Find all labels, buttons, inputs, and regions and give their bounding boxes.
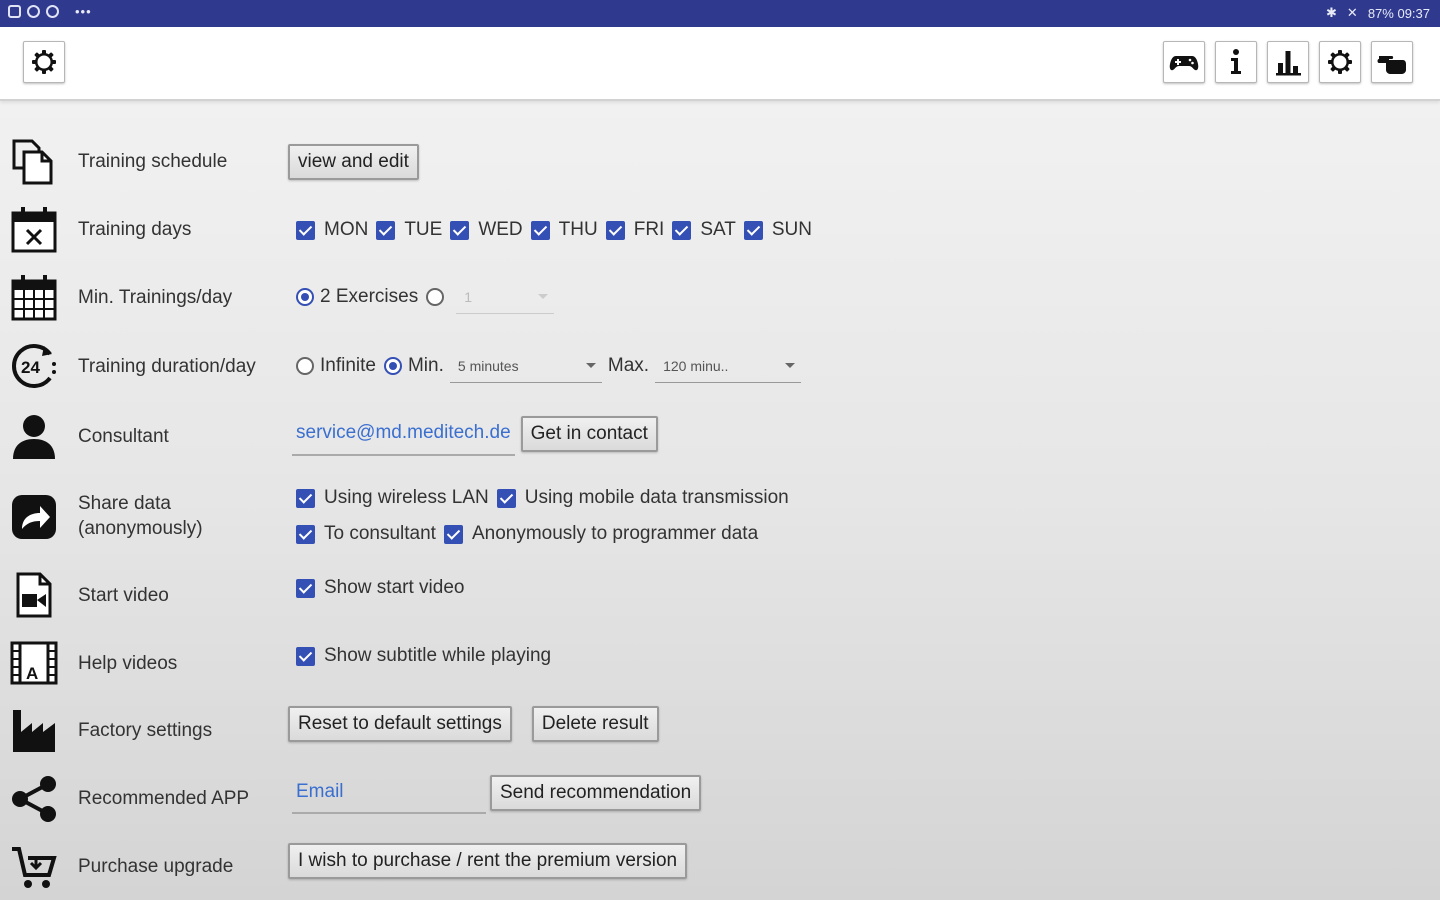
calendar-grid-icon <box>10 273 58 321</box>
checked-icon <box>450 220 470 240</box>
checkbox-sat[interactable]: SAT <box>672 219 736 241</box>
checkbox-show-subtitle[interactable]: Show subtitle while playing <box>296 645 551 667</box>
checkbox-sun[interactable]: SUN <box>743 219 812 241</box>
games-button[interactable] <box>1163 41 1205 83</box>
video-file-icon <box>10 571 58 619</box>
clock-24-icon: 24 <box>10 342 58 390</box>
checked-icon <box>530 220 550 240</box>
checkbox-to-consultant[interactable]: To consultant <box>296 523 436 545</box>
get-in-contact-button[interactable]: Get in contact <box>520 416 658 452</box>
checked-icon <box>605 220 625 240</box>
radio-infinite[interactable] <box>296 357 314 375</box>
person-icon <box>10 412 58 460</box>
status-indicators: ✱ ✕ 87% 09:37 <box>1326 5 1430 21</box>
checkbox-show-start-video[interactable]: Show start video <box>296 577 464 599</box>
training-days-label: Training days <box>78 219 192 240</box>
training-duration-label: Training duration/day <box>78 356 256 377</box>
chevron-down-icon <box>785 363 796 368</box>
settings-icon <box>1328 50 1352 74</box>
checkbox-wed[interactable]: WED <box>450 219 523 241</box>
info-icon <box>1231 49 1241 74</box>
view-and-edit-button[interactable]: view and edit <box>288 144 419 180</box>
share-data-label: Share data <box>78 493 171 514</box>
checked-icon <box>296 646 315 666</box>
radio-2-exercises-label: 2 Exercises <box>320 286 419 307</box>
purchase-premium-button[interactable]: I wish to purchase / rent the premium ve… <box>288 843 688 879</box>
svg-text:A: A <box>26 664 38 683</box>
consultant-label: Consultant <box>78 426 169 447</box>
checkbox-fri[interactable]: FRI <box>605 219 664 241</box>
pointer-button[interactable] <box>1371 41 1413 83</box>
pointer-hand-icon <box>1377 56 1406 74</box>
min-trainings-label: Min. Trainings/day <box>78 287 233 308</box>
chevron-down-icon <box>585 363 596 368</box>
radio-infinite-label: Infinite <box>320 355 376 376</box>
help-videos-label: Help videos <box>78 653 178 674</box>
recommended-app-label: Recommended APP <box>78 788 250 809</box>
radio-2-exercises[interactable] <box>296 288 314 306</box>
checkbox-wireless-lan[interactable]: Using wireless LAN <box>296 487 489 509</box>
checkbox-mon[interactable]: MON <box>296 219 368 241</box>
min-duration-spinner[interactable]: 5 minutes <box>449 349 602 383</box>
factory-icon <box>10 706 58 754</box>
battery-clock: 87% 09:37 <box>1367 5 1430 21</box>
settings-button[interactable] <box>23 41 65 83</box>
checked-icon <box>496 488 516 508</box>
checked-icon <box>296 578 315 598</box>
bar-chart-icon <box>1276 51 1301 76</box>
documents-icon <box>10 138 58 186</box>
gamepad-icon <box>1169 56 1199 71</box>
factory-settings-label: Factory settings <box>78 720 213 741</box>
checkbox-tue[interactable]: TUE <box>376 219 442 241</box>
notification-icons: ••• <box>8 5 92 18</box>
trainings-count-spinner[interactable]: 1 <box>456 280 555 314</box>
radio-custom-count[interactable] <box>426 288 445 306</box>
checked-icon <box>296 524 315 544</box>
delete-result-button[interactable]: Delete result <box>531 706 659 742</box>
mute-icon: ✕ <box>1346 5 1358 20</box>
radio-min-label: Min. <box>407 355 444 376</box>
checkbox-anonymous-programmer[interactable]: Anonymously to programmer data <box>443 523 758 545</box>
svg-text:24: 24 <box>21 358 40 377</box>
send-recommendation-button[interactable]: Send recommendation <box>490 775 702 811</box>
checked-icon <box>376 220 396 240</box>
training-schedule-label: Training schedule <box>78 151 228 172</box>
checked-icon <box>672 220 692 240</box>
info-button[interactable] <box>1215 41 1257 83</box>
training-days-checkboxes: MON TUE WED THU FRI SAT SUN <box>296 219 820 241</box>
max-duration-spinner[interactable]: 120 minu.. <box>655 349 802 383</box>
chevron-down-icon <box>538 294 549 299</box>
max-label: Max. <box>607 355 650 376</box>
purchase-upgrade-label: Purchase upgrade <box>78 856 234 877</box>
radio-min[interactable] <box>383 357 402 375</box>
share-nodes-icon <box>10 775 58 823</box>
more-icon: ••• <box>75 4 92 19</box>
reset-default-button[interactable]: Reset to default settings <box>288 706 512 742</box>
cart-icon <box>10 843 58 891</box>
film-subtitle-icon: A <box>10 639 58 687</box>
preferences-button[interactable] <box>1319 41 1361 83</box>
gallery-icon <box>8 5 21 18</box>
checked-icon <box>296 220 315 240</box>
statistics-button[interactable] <box>1267 41 1309 83</box>
start-video-label: Start video <box>78 585 169 606</box>
calendar-x-icon <box>10 205 58 253</box>
settings-icon <box>32 50 56 74</box>
bluetooth-icon: ✱ <box>1326 5 1337 20</box>
checked-icon <box>296 488 315 508</box>
recommend-email-input[interactable]: Email <box>292 772 486 814</box>
consultant-email-link[interactable]: service@md.meditech.de <box>292 412 515 456</box>
checkbox-thu[interactable]: THU <box>530 219 598 241</box>
share-data-sublabel: (anonymously) <box>78 518 203 539</box>
status-bar: ••• ✱ ✕ 87% 09:37 <box>0 0 1440 27</box>
top-toolbar <box>0 27 1440 101</box>
notification-icon <box>27 5 40 18</box>
checkbox-mobile-data[interactable]: Using mobile data transmission <box>496 487 789 509</box>
checked-icon <box>743 220 763 240</box>
notification-icon <box>46 5 59 18</box>
checked-icon <box>443 524 463 544</box>
share-arrow-icon <box>10 493 58 541</box>
